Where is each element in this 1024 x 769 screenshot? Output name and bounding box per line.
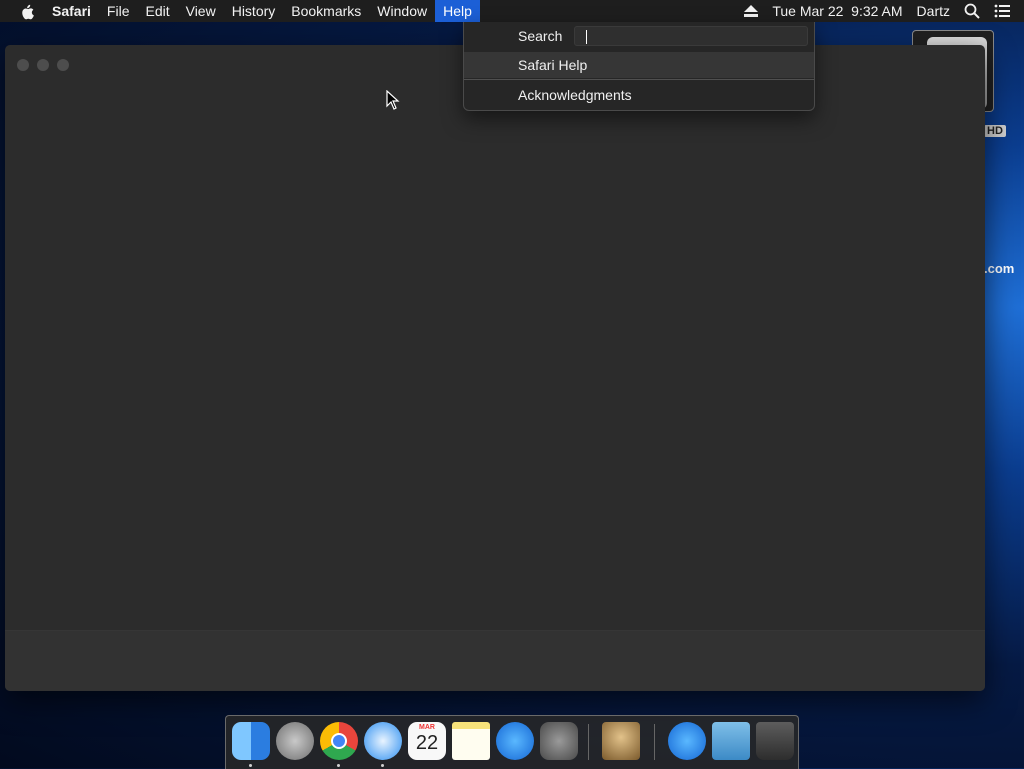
menubar-clock[interactable]: Tue Mar 22 9:32 AM (772, 3, 902, 19)
menu-history[interactable]: History (224, 0, 284, 22)
menu-separator (464, 79, 814, 80)
app-store-icon[interactable] (496, 722, 534, 760)
menu-file[interactable]: File (99, 0, 138, 22)
downloads-folder-icon[interactable] (712, 722, 750, 760)
applications-folder-icon[interactable] (668, 722, 706, 760)
menu-window[interactable]: Window (369, 0, 435, 22)
running-indicator (381, 764, 384, 767)
system-preferences-icon[interactable] (540, 722, 578, 760)
help-search-label: Search (518, 28, 563, 44)
desktop-wallpaper-text: .com (984, 261, 1015, 276)
menu-bar: Safari File Edit View History Bookmarks … (0, 0, 1024, 22)
menu-item-label: Safari Help (518, 57, 588, 73)
window-controls (17, 59, 77, 71)
help-menu: Search Safari Help Acknowledgments (463, 22, 815, 111)
window-footer (5, 630, 985, 691)
calendar-icon[interactable]: MAR 22 (408, 722, 446, 760)
notes-icon[interactable] (452, 722, 490, 760)
finder-icon[interactable] (232, 722, 270, 760)
spotlight-icon[interactable] (964, 3, 980, 19)
help-search-input[interactable] (574, 26, 808, 46)
menubar-user[interactable]: Dartz (917, 3, 950, 19)
dock-divider (588, 724, 589, 760)
launchpad-icon[interactable] (276, 722, 314, 760)
calendar-day: 22 (415, 732, 439, 754)
zoom-button[interactable] (57, 59, 69, 71)
menu-help[interactable]: Help (435, 0, 480, 22)
menu-view[interactable]: View (178, 0, 224, 22)
running-indicator (249, 764, 252, 767)
menu-safari[interactable]: Safari (44, 0, 99, 22)
chess-icon[interactable] (602, 722, 640, 760)
menu-bookmarks[interactable]: Bookmarks (283, 0, 369, 22)
menu-item-acknowledgments[interactable]: Acknowledgments (464, 82, 814, 108)
safari-icon[interactable] (364, 722, 402, 760)
notification-center-icon[interactable] (994, 3, 1010, 19)
eject-icon[interactable] (744, 5, 759, 17)
help-search-row: Search (464, 22, 814, 52)
menu-item-safari-help[interactable]: Safari Help (464, 52, 814, 78)
trash-icon[interactable] (756, 722, 794, 760)
safari-window[interactable] (5, 45, 985, 691)
menu-edit[interactable]: Edit (137, 0, 177, 22)
menu-item-label: Acknowledgments (518, 87, 632, 103)
close-button[interactable] (17, 59, 29, 71)
mouse-cursor-icon (386, 90, 400, 110)
calendar-month: MAR (419, 724, 435, 731)
hard-drive-label[interactable]: HD (984, 125, 1006, 137)
status-area: Tue Mar 22 9:32 AM Dartz (744, 0, 1024, 22)
chrome-icon[interactable] (320, 722, 358, 760)
running-indicator (337, 764, 340, 767)
minimize-button[interactable] (37, 59, 49, 71)
dock-divider (654, 724, 655, 760)
text-caret (586, 30, 587, 44)
dock: MAR 22 (225, 715, 799, 769)
apple-icon[interactable] (18, 2, 36, 20)
